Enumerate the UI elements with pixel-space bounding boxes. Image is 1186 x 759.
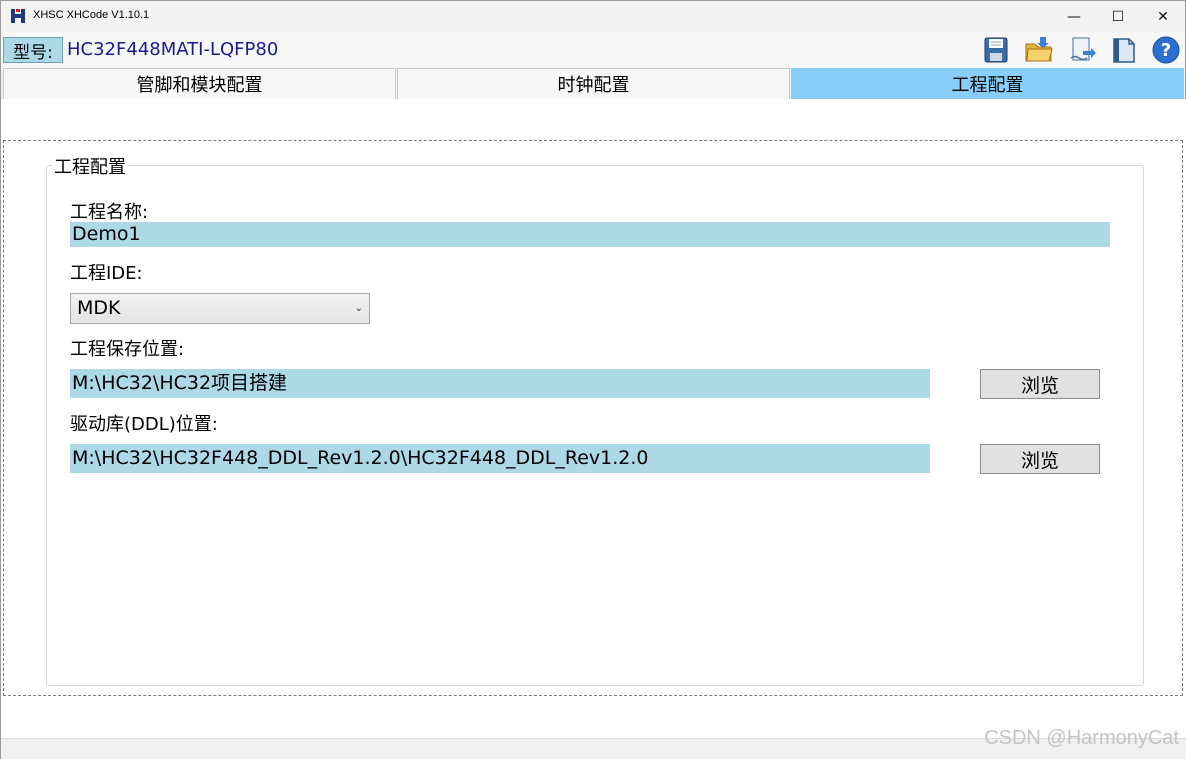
export-icon[interactable] — [1067, 35, 1097, 65]
browse-save-button[interactable]: 浏览 — [980, 369, 1100, 399]
app-window: XHSC XHCode V1.10.1 — ☐ ✕ 型号: HC32F448MA… — [0, 0, 1186, 759]
title-bar: XHSC XHCode V1.10.1 — ☐ ✕ — [1, 1, 1185, 32]
tab-content: 工程配置 工程名称: Demo1 工程IDE: MDK ⌄ 工程保存位置: M:… — [1, 99, 1186, 759]
project-ide-label: 工程IDE: — [70, 263, 143, 284]
close-button[interactable]: ✕ — [1140, 1, 1186, 32]
ddl-location-input[interactable]: M:\HC32\HC32F448_DDL_Rev1.2.0\HC32F448_D… — [70, 444, 930, 473]
ide-select[interactable]: MDK ⌄ — [70, 293, 370, 324]
maximize-button[interactable]: ☐ — [1095, 1, 1141, 32]
project-panel: 工程配置 工程名称: Demo1 工程IDE: MDK ⌄ 工程保存位置: M:… — [3, 140, 1183, 696]
project-name-label: 工程名称: — [70, 202, 149, 223]
app-logo-icon — [11, 9, 25, 23]
ide-select-value: MDK — [77, 297, 121, 319]
document-icon[interactable] — [1109, 35, 1139, 65]
help-icon[interactable]: ? — [1151, 35, 1181, 65]
ddl-location-label: 驱动库(DDL)位置: — [70, 414, 218, 435]
group-title: 工程配置 — [52, 153, 128, 179]
browse-ddl-button[interactable]: 浏览 — [980, 444, 1100, 474]
tab-clock-config[interactable]: 时钟配置 — [397, 68, 790, 99]
model-label: 型号: — [3, 37, 63, 63]
save-icon[interactable] — [982, 35, 1012, 65]
watermark: CSDN @HarmonyCat — [984, 727, 1179, 749]
tab-pin-module-config[interactable]: 管脚和模块配置 — [3, 68, 396, 99]
project-name-input[interactable]: Demo1 — [70, 222, 1110, 247]
save-location-input[interactable]: M:\HC32\HC32项目搭建 — [70, 369, 930, 398]
minimize-button[interactable]: — — [1051, 1, 1097, 32]
save-location-label: 工程保存位置: — [70, 339, 185, 360]
window-title: XHSC XHCode V1.10.1 — [33, 9, 150, 21]
chevron-down-icon: ⌄ — [354, 303, 363, 314]
model-value: HC32F448MATI-LQFP80 — [67, 39, 279, 60]
close-icon: ✕ — [1157, 8, 1169, 25]
tab-bar: 管脚和模块配置 时钟配置 工程配置 — [1, 68, 1186, 99]
tab-project-config[interactable]: 工程配置 — [791, 68, 1184, 99]
open-folder-icon[interactable] — [1024, 35, 1054, 65]
help-icon-glyph: ? — [1161, 40, 1171, 61]
minimize-icon: — — [1067, 8, 1081, 25]
maximize-icon: ☐ — [1111, 8, 1125, 25]
toolbar: 型号: HC32F448MATI-LQFP80 ? — [1, 32, 1185, 68]
